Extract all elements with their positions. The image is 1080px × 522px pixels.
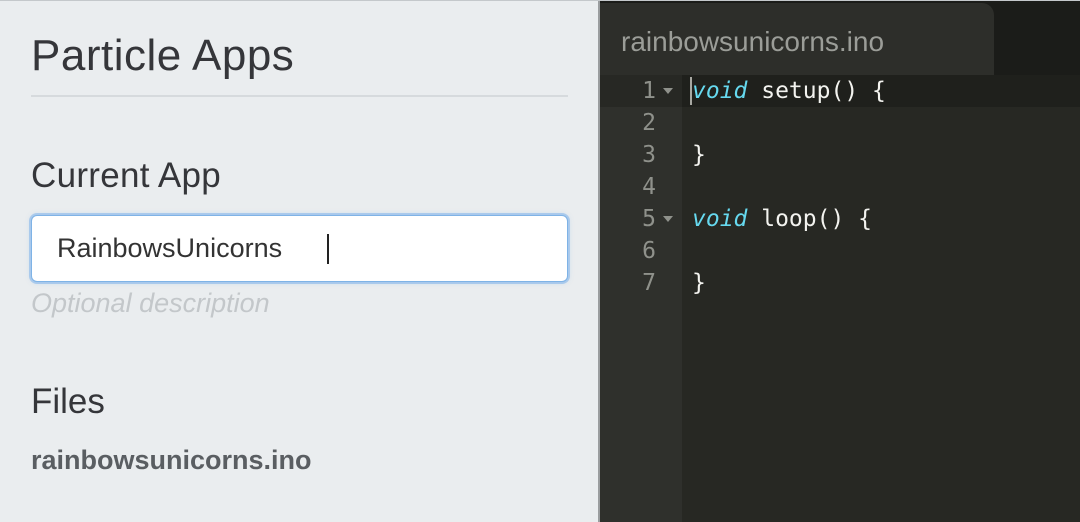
editor-caret	[690, 77, 692, 105]
page-title: Particle Apps	[31, 31, 295, 80]
code-line: void setup() {	[692, 75, 886, 107]
line-number: 1	[642, 78, 656, 104]
fold-arrow-icon[interactable]	[663, 88, 673, 94]
file-item-rainbowsunicorns[interactable]: rainbowsunicorns.ino	[31, 445, 312, 476]
line-number: 3	[642, 142, 656, 168]
keyword-token: void	[692, 206, 748, 232]
code-token: }	[692, 142, 706, 168]
fold-arrow-icon[interactable]	[663, 216, 673, 222]
code-area[interactable]	[682, 75, 1080, 522]
text-caret	[327, 234, 329, 264]
line-number: 2	[642, 110, 656, 136]
files-label: Files	[31, 382, 105, 421]
code-token: }	[692, 270, 706, 296]
line-number: 5	[642, 206, 656, 232]
sidebar: Particle Apps Current App Files rainbows…	[0, 1, 599, 522]
app-name-input[interactable]	[31, 215, 568, 282]
keyword-token: void	[692, 78, 748, 104]
code-editor: rainbowsunicorns.ino 1 void setup() { 2 3} 4…	[600, 1, 1080, 522]
line-number: 4	[642, 174, 656, 200]
current-app-label: Current App	[31, 156, 222, 195]
code-line: }	[692, 267, 706, 299]
code-line: }	[692, 139, 706, 171]
title-divider	[31, 95, 568, 97]
particle-apps-window: Particle Apps Current App Files rainbows…	[0, 0, 1080, 522]
code-line: void loop() {	[692, 203, 872, 235]
code-token: setup() {	[747, 78, 886, 104]
tab-rainbowsunicorns[interactable]: rainbowsunicorns.ino	[600, 3, 994, 75]
editor-tab-bar: rainbowsunicorns.ino	[600, 1, 1080, 75]
line-number: 6	[642, 238, 656, 264]
description-input[interactable]	[31, 285, 568, 321]
code-token: loop() {	[747, 206, 873, 232]
tab-label: rainbowsunicorns.ino	[621, 26, 885, 57]
line-number: 7	[642, 270, 656, 296]
